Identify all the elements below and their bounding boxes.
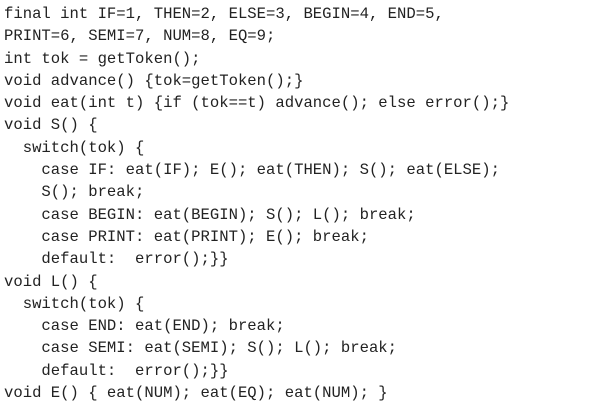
code-line-6: void S() { [4, 116, 98, 135]
code-line-7: switch(tok) { [4, 138, 145, 157]
code-line-1: final int IF=1, THEN=2, ELSE=3, BEGIN=4,… [4, 5, 444, 23]
code-line-2: PRINT=6, SEMI=7, NUM=8, EQ=9; [4, 27, 276, 46]
code-line-14: switch(tok) { [4, 294, 145, 313]
code-line-12: default: error();}} [4, 250, 229, 269]
code-line-15: case END: eat(END); break; [4, 317, 285, 336]
code-line-8: case IF: eat(IF); E(); eat(THEN); S(); e… [4, 161, 500, 180]
code-line-3: int tok = getToken(); [4, 49, 201, 68]
code-line-4: void advance() {tok=getToken();} [4, 71, 304, 90]
code-line-11: case PRINT: eat(PRINT); E(); break; [4, 227, 369, 246]
code-line-5: void eat(int t) {if (tok==t) advance(); … [4, 94, 510, 113]
code-line-16: case SEMI: eat(SEMI); S(); L(); break; [4, 339, 398, 358]
code-line-17: default: error();}} [4, 361, 229, 380]
code-line-9: S(); break; [4, 183, 145, 202]
code-listing: final int IF=1, THEN=2, ELSE=3, BEGIN=4,… [4, 3, 509, 404]
code-line-10: case BEGIN: eat(BEGIN); S(); L(); break; [4, 205, 416, 224]
code-line-18: void E() { eat(NUM); eat(EQ); eat(NUM); … [4, 384, 388, 403]
code-line-13: void L() { [4, 272, 98, 291]
